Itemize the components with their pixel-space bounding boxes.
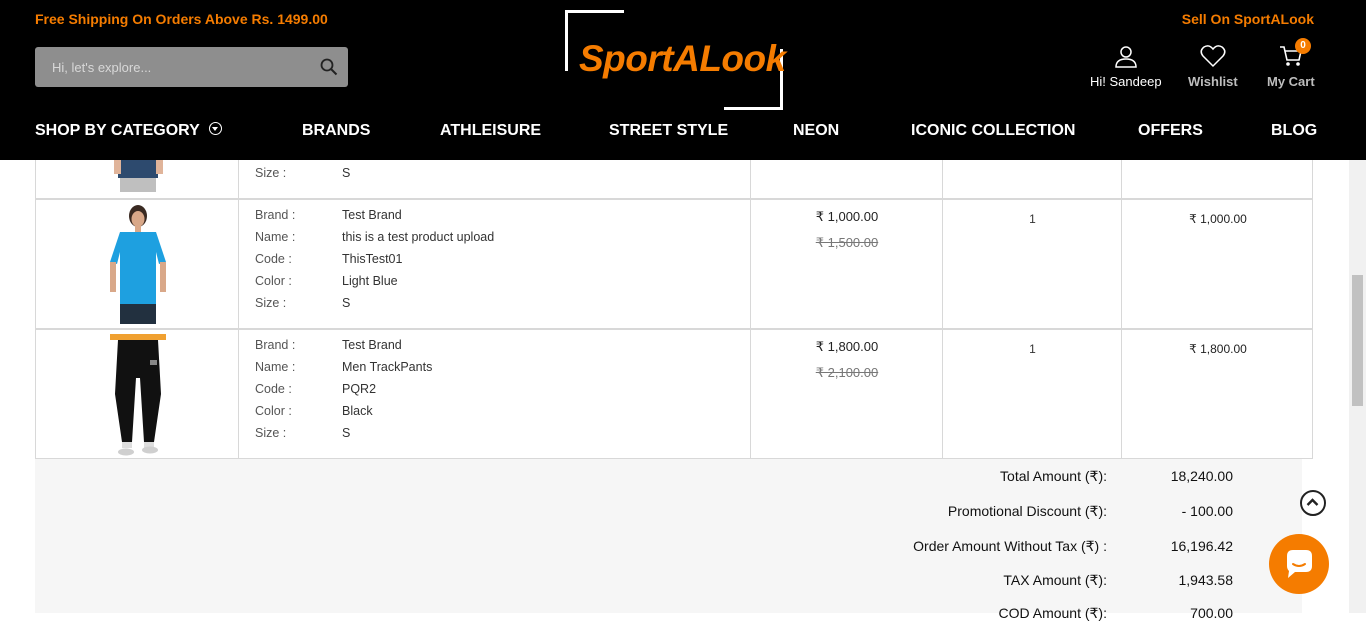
summary-row: Order Amount Without Tax (₹) : 16,196.42	[702, 538, 1302, 558]
code-value: ThisTest01	[342, 252, 403, 266]
color-label: Color :	[255, 274, 292, 288]
search-icon[interactable]	[320, 58, 338, 76]
name-label: Name :	[255, 230, 296, 244]
site-header: Free Shipping On Orders Above Rs. 1499.0…	[0, 0, 1366, 160]
brand-label: Brand :	[255, 208, 296, 222]
summary-row: Total Amount (₹): 18,240.00	[702, 468, 1302, 488]
summary-label: Order Amount Without Tax (₹) :	[913, 538, 1107, 554]
cell-divider	[238, 200, 239, 328]
unit-price: ₹ 1,800.00 ₹ 2,100.00	[751, 339, 943, 381]
nav-brands[interactable]: BRANDS	[302, 122, 370, 140]
logo-text: SportALook	[579, 38, 786, 79]
nav-offers[interactable]: OFFERS	[1138, 122, 1203, 140]
nav-iconic-collection[interactable]: ICONIC COLLECTION	[911, 122, 1075, 140]
code-label: Code :	[255, 382, 292, 396]
name-value: this is a test product upload	[342, 230, 495, 244]
summary-label: TAX Amount (₹):	[1003, 572, 1107, 588]
nav-athleisure[interactable]: ATHLEISURE	[440, 122, 541, 140]
code-label: Code :	[255, 252, 292, 266]
free-shipping-banner: Free Shipping On Orders Above Rs. 1499.0…	[35, 11, 328, 27]
line-total: ₹ 1,800.00	[1189, 342, 1247, 356]
name-value: Men TrackPants	[342, 360, 433, 374]
code-value: PQR2	[342, 382, 377, 396]
chat-button[interactable]	[1269, 534, 1329, 594]
nav-blog[interactable]: BLOG	[1271, 122, 1317, 140]
scrollbar-thumb[interactable]	[1352, 275, 1363, 406]
table-row: Brand : Test Brand Name : this is a test…	[35, 199, 1313, 329]
quantity: 1	[1029, 342, 1036, 356]
nav-neon[interactable]: NEON	[793, 122, 839, 140]
nav-street-style[interactable]: STREET STYLE	[609, 122, 728, 140]
size-value: S	[342, 166, 351, 180]
cart-label: My Cart	[1267, 74, 1315, 89]
original-price: ₹ 1,500.00	[815, 235, 879, 250]
wishlist-label: Wishlist	[1188, 74, 1238, 89]
summary-value: 18,240.00	[1170, 468, 1233, 484]
user-greeting: Hi! Sandeep	[1090, 74, 1162, 89]
sale-price: ₹ 1,800.00	[815, 339, 879, 354]
site-logo[interactable]: SportALook	[563, 10, 786, 110]
summary-label: COD Amount (₹):	[998, 605, 1108, 621]
search-input[interactable]	[35, 47, 305, 87]
summary-row: TAX Amount (₹): 1,943.58	[702, 572, 1302, 592]
size-label: Size :	[255, 426, 287, 440]
cell-divider	[238, 160, 239, 198]
size-label: Size :	[255, 296, 287, 310]
chevron-down-icon	[208, 122, 222, 135]
cell-divider	[942, 160, 943, 198]
summary-value: 1,943.58	[1178, 572, 1234, 588]
nav-label: SHOP BY CATEGORY	[35, 122, 200, 139]
line-total: ₹ 1,000.00	[1189, 212, 1247, 226]
summary-value: 700.00	[1190, 605, 1233, 621]
product-image	[110, 205, 166, 324]
original-price: ₹ 2,100.00	[815, 365, 879, 380]
wishlist-button[interactable]: Wishlist	[1188, 44, 1238, 89]
color-value: Black	[342, 404, 373, 418]
unit-price: ₹ 1,000.00 ₹ 1,500.00	[751, 209, 943, 251]
account-button[interactable]: Hi! Sandeep	[1090, 44, 1162, 89]
table-row: Brand : Test Brand Name : Men TrackPants…	[35, 329, 1313, 459]
summary-value: - 100.00	[1181, 503, 1233, 519]
user-icon	[1115, 46, 1137, 68]
summary-label: Total Amount (₹):	[1000, 468, 1107, 484]
summary-value: 16,196.42	[1170, 538, 1233, 554]
size-value: S	[342, 296, 351, 310]
cell-divider	[750, 160, 751, 198]
sell-on-link[interactable]: Sell On SportALook	[1182, 11, 1314, 27]
search-box	[35, 47, 348, 87]
summary-row: Promotional Discount (₹): - 100.00	[702, 503, 1302, 523]
brand-label: Brand :	[255, 338, 296, 352]
name-label: Name :	[255, 360, 296, 374]
chevron-up-icon	[1306, 498, 1319, 506]
color-value: Light Blue	[342, 274, 398, 288]
cell-divider	[1121, 160, 1122, 198]
brand-value: Test Brand	[342, 208, 402, 222]
order-summary: Total Amount (₹): 18,240.00 Promotional …	[35, 459, 1302, 621]
sale-price: ₹ 1,000.00	[815, 209, 879, 224]
cell-divider	[238, 330, 239, 458]
cart-button[interactable]: 0 My Cart	[1267, 38, 1315, 89]
heart-icon	[1200, 45, 1226, 68]
product-image	[114, 160, 163, 192]
summary-label: Promotional Discount (₹):	[947, 503, 1107, 519]
color-label: Color :	[255, 404, 292, 418]
table-row: Size : S	[35, 160, 1313, 199]
product-image	[110, 334, 166, 456]
size-label: Size :	[255, 166, 287, 180]
cart-count-badge: 0	[1295, 38, 1311, 54]
main-nav: SHOP BY CATEGORY BRANDS ATHLEISURE STREE…	[0, 122, 1366, 148]
summary-row: COD Amount (₹): 700.00	[702, 605, 1302, 625]
nav-shop-by-category[interactable]: SHOP BY CATEGORY	[35, 122, 222, 140]
size-value: S	[342, 426, 351, 440]
quantity: 1	[1029, 212, 1036, 226]
scroll-to-top-button[interactable]	[1300, 490, 1326, 516]
chat-bubble-icon	[1287, 550, 1312, 578]
brand-value: Test Brand	[342, 338, 402, 352]
